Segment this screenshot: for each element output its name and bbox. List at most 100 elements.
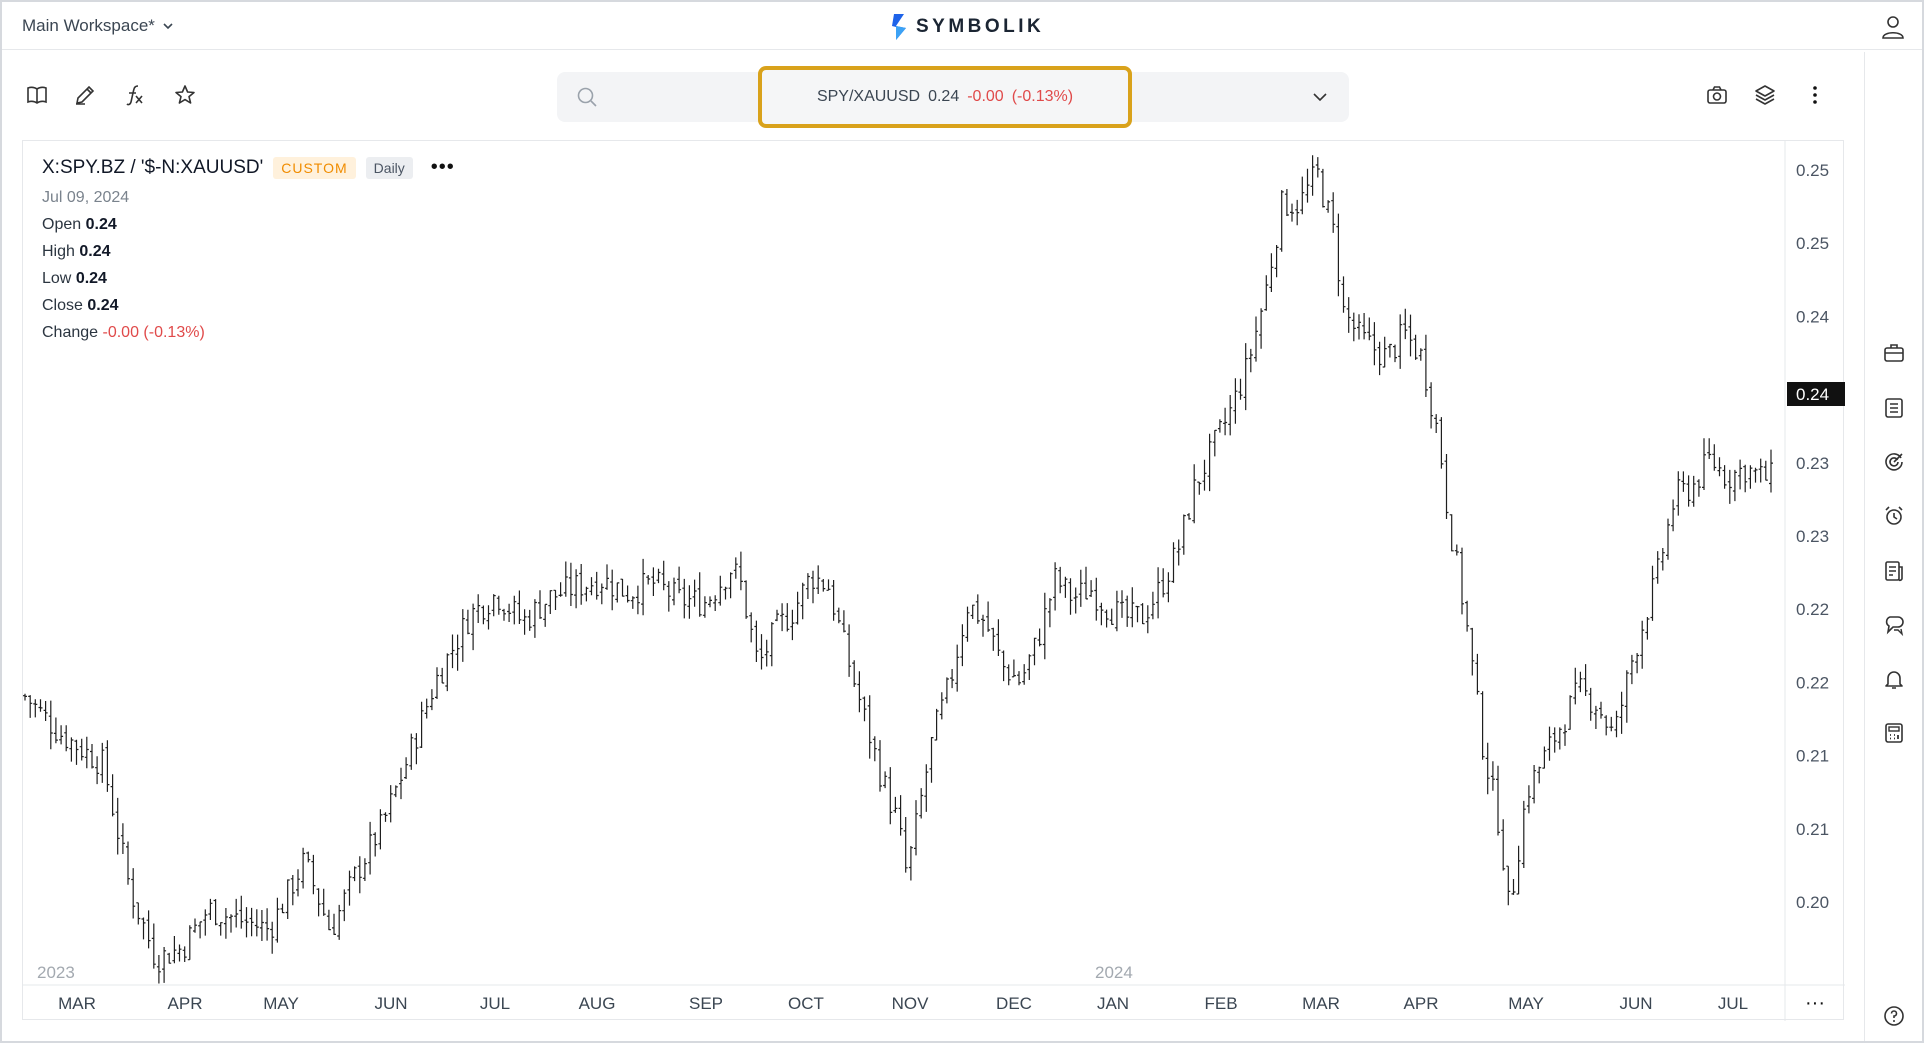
function-icon[interactable] [122, 82, 148, 108]
ohlc-bar [347, 870, 352, 906]
ohlc-bar [656, 568, 661, 584]
ohlc-bar [1259, 308, 1264, 349]
ohlc-bar [517, 590, 522, 624]
ohlc-bar [1217, 419, 1222, 433]
ohlc-bar [754, 620, 759, 662]
y-tick-label: 0.20 [1796, 893, 1829, 912]
pencil-icon[interactable] [72, 82, 98, 108]
ohlc-bar [1228, 395, 1233, 436]
year-label: 2023 [37, 963, 75, 982]
ohlc-bar [280, 903, 285, 914]
x-tick-label: MAR [1302, 994, 1340, 1013]
ohlc-bar [172, 936, 177, 964]
alarm-clock-icon[interactable] [1882, 504, 1906, 528]
ohlc-bar [1413, 334, 1418, 360]
ohlc-bar [1001, 650, 1006, 682]
ohlc-bar [563, 561, 568, 597]
briefcase-icon[interactable] [1882, 341, 1906, 365]
ohlc-bar [1439, 417, 1444, 469]
ohlc-bar [28, 695, 33, 718]
calculator-icon[interactable] [1882, 721, 1906, 745]
ohlc-bar [1022, 664, 1027, 685]
ohlc-bar [718, 575, 723, 606]
layers-icon[interactable] [1752, 82, 1778, 108]
x-tick-label: MAR [58, 994, 96, 1013]
ohlc-bar [702, 596, 707, 618]
star-icon[interactable] [172, 82, 198, 108]
ohlc-bar [1176, 539, 1181, 566]
ohlc-bar [898, 795, 903, 836]
ohlc-bar [1650, 565, 1655, 621]
ohlc-bar [677, 566, 682, 594]
legend-open: Open 0.24 [42, 216, 117, 233]
news-icon[interactable] [1882, 559, 1906, 583]
ohlc-bar [105, 740, 110, 792]
y-tick-label: 0.24 [1796, 307, 1829, 326]
ohlc-bar [1094, 577, 1099, 621]
ohlc-bar [1377, 341, 1382, 376]
ohlc-bar [1362, 313, 1367, 340]
quote-symbol: SPY/XAUUSD [816, 88, 921, 105]
ohlc-bar [1305, 168, 1310, 203]
x-tick-label: APR [1404, 994, 1439, 1013]
y-tick-label: 0.22 [1796, 600, 1829, 619]
chevron-down-icon [163, 23, 173, 30]
ohlc-bar [795, 591, 800, 625]
ohlc-bar [162, 947, 167, 983]
user-icon[interactable] [1880, 14, 1906, 40]
ohlc-bar [337, 904, 342, 940]
ohlc-bar [1372, 322, 1377, 366]
ohlc-bar [352, 866, 357, 882]
ohlc-bar [903, 817, 908, 873]
book-icon[interactable] [24, 82, 50, 108]
ohlc-bar [687, 585, 692, 619]
target-icon[interactable] [1882, 450, 1906, 474]
chat-icon[interactable] [1882, 613, 1906, 637]
ohlc-bar [33, 699, 38, 718]
ohlc-bar [429, 689, 434, 711]
ohlc-bar [553, 589, 558, 610]
ohlc-bar [460, 609, 465, 662]
ohlc-bar [1310, 155, 1315, 196]
ohlc-bar [831, 580, 836, 621]
ohlc-bar [1516, 845, 1521, 895]
ohlc-bar [1609, 716, 1614, 732]
ohlc-bar [229, 914, 233, 933]
ohlc-bar [939, 692, 944, 720]
more-vertical-icon[interactable] [1802, 82, 1828, 108]
ohlc-bar [393, 785, 398, 798]
ohlc-bar [1207, 433, 1212, 492]
chevron-down-icon[interactable] [1309, 86, 1331, 108]
ohlc-bar [1223, 407, 1228, 436]
interval-badge[interactable]: Daily [365, 156, 413, 179]
legend-high: High 0.24 [42, 243, 111, 260]
ohlc-bar [1197, 481, 1202, 495]
ohlc-bar [455, 634, 460, 671]
ohlc-bar [388, 785, 393, 823]
ohlc-bar [1073, 587, 1078, 614]
ohlc-bar [187, 925, 192, 961]
ohlc-bar [1686, 475, 1691, 507]
symbol-quote[interactable]: SPY/XAUUSD 0.24 -0.00 (-0.13%) [758, 66, 1132, 128]
ohlc-bar [481, 605, 486, 625]
last-price-label: 0.24 [1796, 385, 1829, 404]
x-tick-label: APR [168, 994, 203, 1013]
list-icon[interactable] [1882, 396, 1906, 420]
ohlc-bar [1676, 471, 1681, 516]
ohlc-bar [1063, 576, 1068, 598]
ohlc-bar [960, 624, 965, 667]
ohlc-bar [1047, 598, 1052, 628]
ohlc-bar [1547, 726, 1552, 761]
help-icon[interactable] [1882, 1004, 1906, 1028]
x-tick-label: MAY [1508, 994, 1544, 1013]
ohlc-bar [1418, 348, 1423, 361]
symbolik-logo-icon [892, 14, 906, 40]
x-tick-label: SEP [689, 994, 723, 1013]
ohlc-bar [1696, 479, 1701, 497]
legend-more-icon[interactable]: ••• [431, 156, 455, 179]
bell-icon[interactable] [1882, 667, 1906, 691]
workspace-selector[interactable]: Main Workspace* [22, 16, 175, 36]
x-tick-label: JUL [480, 994, 510, 1013]
camera-icon[interactable] [1704, 82, 1730, 108]
ohlc-bar [522, 609, 527, 635]
